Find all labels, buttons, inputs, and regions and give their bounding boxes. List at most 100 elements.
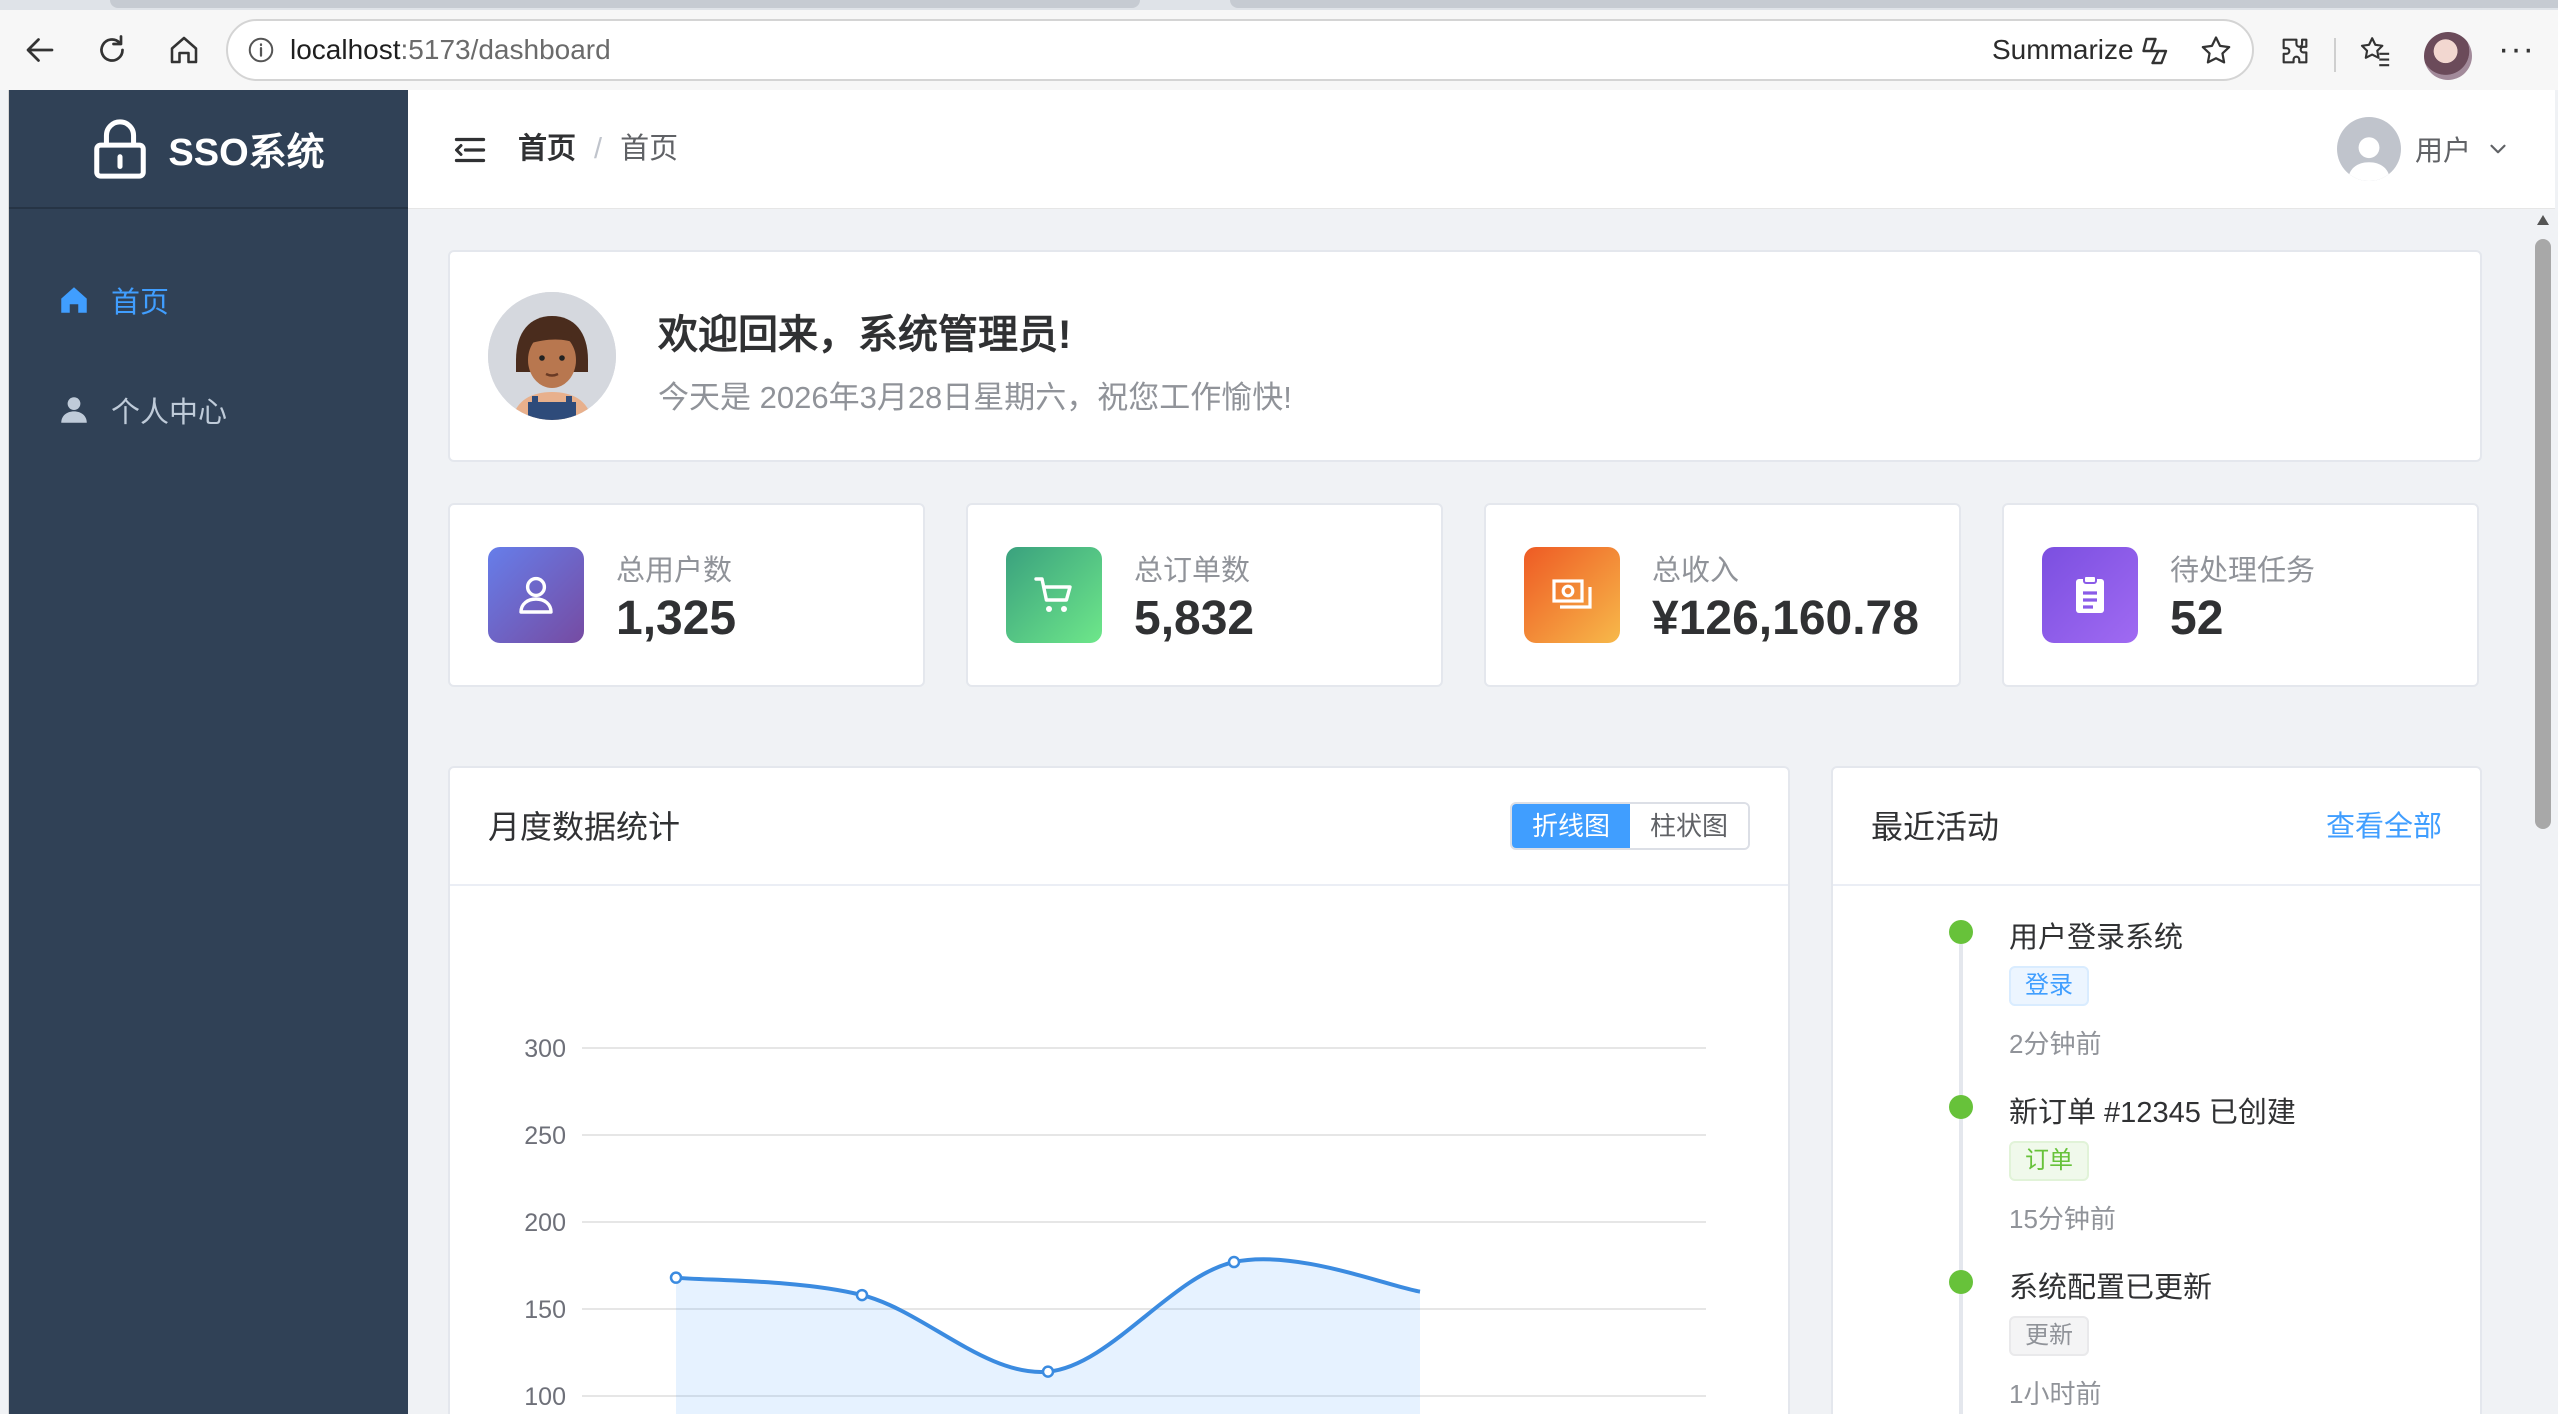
user-dropdown[interactable]: 用户 [2336, 116, 2511, 182]
activity-title: 最近活动 [1871, 809, 2000, 845]
chart-title: 月度数据统计 [488, 809, 681, 845]
stat-label: 待处理任务 [2170, 555, 2316, 587]
home-button[interactable] [160, 26, 208, 74]
sidebar: SSO系统 首页 个人中心 [9, 90, 408, 1414]
browser-profile-avatar[interactable] [2424, 32, 2472, 80]
scrollbar-thumb[interactable] [2535, 239, 2551, 829]
brand-logo[interactable]: SSO系统 [9, 90, 408, 209]
back-arrow-icon [26, 38, 54, 62]
data-point [1041, 1365, 1055, 1378]
stat-value: 52 [2170, 592, 2224, 645]
stat-value: ¥126,160.78 [1652, 592, 1919, 645]
clipboard-icon [2076, 575, 2104, 613]
site-info-icon[interactable] [246, 35, 276, 65]
back-button[interactable] [16, 26, 64, 74]
welcome-card: 欢迎回来，系统管理员! 今天是 2026年3月28日星期六，祝您工作愉快! [448, 250, 2482, 462]
top-header: 首页 / 首页 用户 [408, 90, 2555, 209]
activity-time: 1小时前 [2009, 1379, 2102, 1409]
more-menu-icon[interactable]: ··· [2498, 30, 2535, 69]
main-content: 欢迎回来，系统管理员! 今天是 2026年3月28日星期六，祝您工作愉快! 总用… [408, 209, 2555, 1414]
avatar [2336, 117, 2401, 181]
activity-text: 系统配置已更新 [2009, 1272, 2213, 1304]
copilot-icon[interactable] [2136, 33, 2172, 69]
refresh-button[interactable] [88, 26, 136, 74]
activity-header: 最近活动 查看全部 [1833, 768, 2480, 886]
stat-card-orders[interactable]: 总订单数 5,832 [966, 503, 1443, 687]
stat-label: 总用户数 [616, 555, 733, 587]
timeline-connector [1959, 1294, 1963, 1414]
line-chart: 100 150 200 250 300 [524, 1035, 1706, 1414]
activity-time: 2分钟前 [2009, 1029, 2102, 1059]
user-name: 用户 [2414, 135, 2471, 166]
timeline-dot [1949, 1095, 1973, 1119]
cartoon-avatar-icon [488, 292, 616, 420]
toggle-line-chart[interactable]: 折线图 [1511, 804, 1630, 848]
admin-avatar [488, 292, 616, 420]
home-icon [170, 36, 198, 64]
activity-tag: 更新 [2009, 1316, 2089, 1356]
brand-name: SSO系统 [168, 132, 325, 174]
activity-time: 15分钟前 [2009, 1204, 2116, 1234]
url-host: localhost [290, 34, 401, 65]
user-icon [61, 397, 87, 423]
browser-tab[interactable] [110, 0, 1140, 8]
timeline-dot [1949, 1270, 1973, 1294]
toggle-bar-chart[interactable]: 柱状图 [1629, 804, 1748, 848]
stat-label: 总收入 [1652, 555, 1740, 587]
app-root: SSO系统 首页 个人中心 首页 / 首页 用户 欢迎回来，系统管理员! 今天是… [8, 90, 2555, 1414]
user-icon [519, 576, 553, 614]
money-icon [1552, 579, 1592, 609]
sidebar-item-label: 首页 [111, 287, 170, 319]
extensions-icon[interactable] [2278, 34, 2312, 68]
y-tick-label: 250 [524, 1122, 566, 1150]
sidebar-item-profile[interactable]: 个人中心 [9, 355, 408, 465]
home-icon [61, 287, 87, 313]
vertical-scrollbar[interactable] [2531, 209, 2555, 1414]
breadcrumb-item-current: 首页 [620, 133, 679, 165]
stat-icon-box [488, 547, 584, 643]
url-path: :5173/dashboard [400, 34, 611, 65]
stat-label: 总订单数 [1134, 555, 1251, 587]
y-tick-label: 150 [524, 1296, 566, 1324]
y-tick-label: 300 [524, 1035, 566, 1063]
chart-type-toggle: 折线图 柱状图 [1509, 802, 1750, 850]
timeline-connector [1959, 944, 1963, 1119]
stat-card-tasks[interactable]: 待处理任务 52 [2002, 503, 2479, 687]
stat-card-revenue[interactable]: 总收入 ¥126,160.78 [1484, 503, 1961, 687]
favorite-star-icon[interactable] [2198, 33, 2234, 69]
breadcrumb-separator: / [594, 133, 603, 165]
stat-card-users[interactable]: 总用户数 1,325 [448, 503, 925, 687]
data-point [1227, 1255, 1241, 1269]
data-point [669, 1271, 683, 1284]
refresh-icon [100, 35, 124, 62]
summarize-button[interactable]: Summarize [1992, 21, 2134, 79]
breadcrumb-item[interactable]: 首页 [518, 133, 576, 165]
stat-icon-box [1524, 547, 1620, 643]
stat-value: 5,832 [1134, 592, 1255, 645]
sidebar-item-label: 个人中心 [111, 397, 228, 429]
user-placeholder-icon [2348, 137, 2390, 181]
activity-tag: 订单 [2009, 1141, 2089, 1181]
activity-text: 新订单 #12345 已创建 [2009, 1097, 2296, 1129]
chevron-down-icon [2490, 144, 2506, 154]
monthly-chart-card: 月度数据统计 折线图 柱状图 100 150 200 250 300 [448, 766, 1790, 1414]
collapse-menu-icon[interactable] [452, 132, 488, 168]
browser-toolbar: localhost:5173/dashboard Summarize ··· [0, 10, 2558, 90]
y-tick-label: 100 [524, 1383, 566, 1411]
address-bar[interactable]: localhost:5173/dashboard Summarize [226, 19, 2254, 81]
url-text[interactable]: localhost:5173/dashboard [290, 21, 611, 79]
data-point [855, 1288, 869, 1302]
view-all-link[interactable]: 查看全部 [2326, 768, 2442, 886]
timeline-dot [1949, 920, 1973, 944]
browser-tab[interactable] [1230, 0, 2558, 8]
favorites-icon[interactable] [2358, 34, 2392, 68]
sidebar-item-home[interactable]: 首页 [9, 245, 408, 355]
y-tick-label: 200 [524, 1209, 566, 1237]
recent-activity-card: 最近活动 查看全部 用户登录系统 登录 2分钟前 新订单 #12345 已创建 … [1831, 766, 2482, 1414]
timeline-connector [1959, 1119, 1963, 1294]
chart-header: 月度数据统计 折线图 柱状图 [450, 768, 1788, 886]
stat-icon-box [1006, 547, 1102, 643]
scroll-up-arrow-icon[interactable] [2537, 215, 2549, 225]
welcome-subtitle: 今天是 2026年3月28日星期六，祝您工作愉快! [658, 380, 1292, 415]
activity-tag: 登录 [2009, 966, 2089, 1006]
